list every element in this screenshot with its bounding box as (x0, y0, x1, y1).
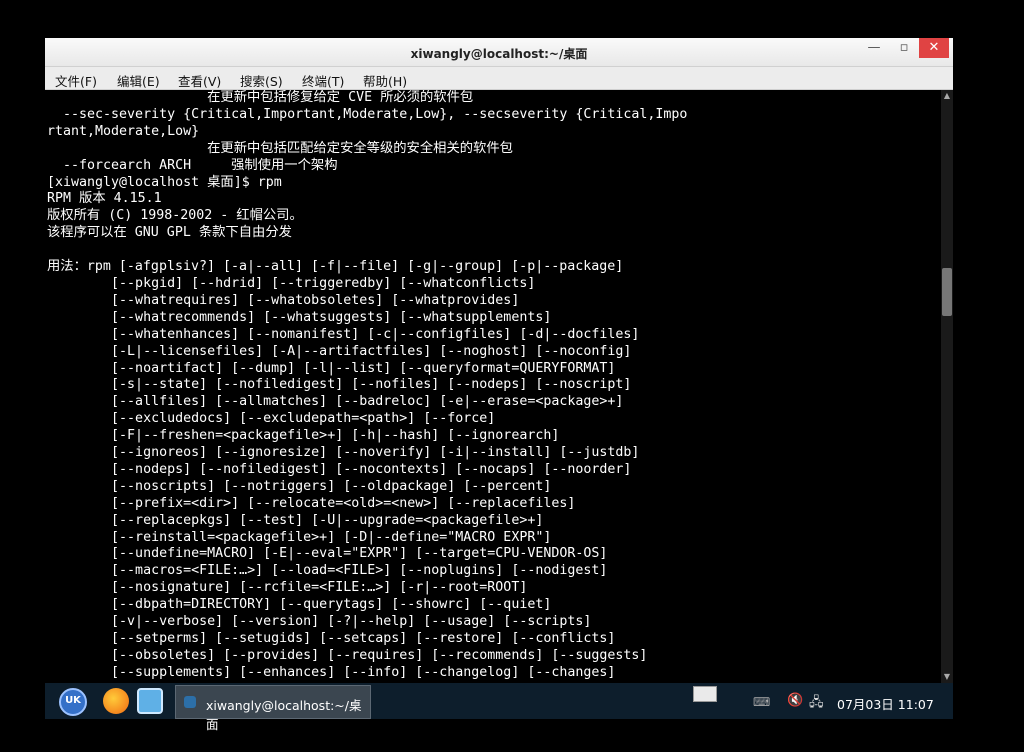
firefox-icon[interactable] (103, 688, 129, 714)
terminal-line: [--reinstall=<packagefile>+] [-D|--defin… (111, 529, 552, 545)
terminal-line: [--noscripts] [--notriggers] [--oldpacka… (111, 478, 552, 494)
terminal-line: [-v|--verbose] [--version] [-?|--help] [… (111, 614, 592, 630)
terminal-output[interactable]: 在更新中包括修复给定 CVE 所必须的软件包 --sec-severity {C… (45, 90, 941, 683)
terminal-line: --forcearch ARCH 强制使用一个架构 (63, 157, 338, 173)
terminal-line: [--nodeps] [--nofiledigest] [--nocontext… (111, 461, 632, 477)
terminal-line: [--setperms] [--setugids] [--setcaps] [-… (111, 631, 616, 646)
menu-bar: 文件(F) 编辑(E) 查看(V) 搜索(S) 终端(T) 帮助(H) (45, 67, 953, 90)
terminal-line: [--supplements] [--enhances] [--info] [-… (111, 664, 616, 680)
menu-view[interactable]: 查看(V) (178, 71, 221, 90)
terminal-line: 在更新中包括修复给定 CVE 所必须的软件包 (207, 90, 474, 105)
menu-terminal[interactable]: 终端(T) (302, 71, 344, 90)
menu-search[interactable]: 搜索(S) (240, 71, 283, 90)
volume-muted-icon[interactable]: 🔇 (787, 693, 803, 708)
terminal-line: [--excludedocs] [--excludepath=<path>] [… (111, 411, 496, 427)
scroll-up-arrow-icon[interactable]: ▲ (941, 90, 953, 102)
terminal-window: xiwangly@localhost:~/桌面 — ▫ ✕ 文件(F) 编辑(E… (45, 38, 953, 683)
terminal-line: [xiwangly@localhost 桌面]$ rpm (47, 174, 282, 190)
terminal-line: [-F|--freshen=<packagefile>+] [-h|--hash… (111, 428, 560, 444)
clock[interactable]: 07月03日 11:07 (837, 694, 934, 713)
terminal-line: [--dbpath=DIRECTORY] [--querytags] [--sh… (111, 597, 552, 613)
terminal-line: [--whatrecommends] [--whatsuggests] [--w… (111, 309, 552, 325)
terminal-line: [-s|--state] [--nofiledigest] [--nofiles… (111, 377, 632, 393)
terminal-line: 在更新中包括匹配给定安全等级的安全相关的软件包 (207, 140, 513, 156)
keyboard-icon[interactable]: ⌨ (753, 695, 770, 709)
network-icon[interactable]: 🖧 (809, 693, 824, 715)
title-bar[interactable]: xiwangly@localhost:~/桌面 — ▫ ✕ (45, 38, 953, 67)
maximize-button[interactable]: ▫ (893, 38, 915, 58)
close-button[interactable]: ✕ (919, 38, 949, 58)
terminal-line: [--macros=<FILE:…>] [--load=<FILE>] [--n… (111, 563, 608, 579)
scroll-thumb[interactable] (942, 268, 952, 316)
file-manager-icon[interactable] (137, 688, 163, 714)
terminal-line: [--obsoletes] [--provides] [--requires] … (111, 647, 648, 663)
scroll-down-arrow-icon[interactable]: ▼ (941, 671, 953, 683)
terminal-line: 该程序可以在 GNU GPL 条款下自由分发 (47, 225, 292, 241)
minimize-button[interactable]: — (863, 38, 885, 58)
terminal-line: [--nosignature] [--rcfile=<FILE:…>] [-r|… (111, 580, 528, 596)
window-title: xiwangly@localhost:~/桌面 (410, 47, 588, 61)
taskbar-item-label: xiwangly@localhost:~/桌面 (206, 698, 362, 732)
terminal-line: [--undefine=MACRO] [-E|--eval="EXPR"] [-… (111, 546, 608, 562)
terminal-icon (184, 696, 196, 708)
menu-edit[interactable]: 编辑(E) (117, 71, 160, 90)
menu-file[interactable]: 文件(F) (55, 71, 97, 90)
terminal-line: [--noartifact] [--dump] [-l|--list] [--q… (111, 360, 616, 376)
launcher-icon-label: UK (65, 695, 81, 706)
terminal-line: [--whatenhances] [--nomanifest] [-c|--co… (111, 326, 640, 342)
launcher-icon[interactable]: UK (59, 688, 87, 716)
terminal-line: rtant,Moderate,Low} (47, 123, 200, 139)
terminal-line: [--replacepkgs] [--test] [-U|--upgrade=<… (111, 512, 544, 528)
menu-help[interactable]: 帮助(H) (363, 71, 407, 90)
terminal-line: [--ignoreos] [--ignoresize] [--noverify]… (111, 445, 640, 461)
vertical-scrollbar[interactable]: ▲ ▼ (941, 90, 953, 683)
terminal-line: [--allfiles] [--allmatches] [--badreloc]… (111, 394, 624, 410)
terminal-line: RPM 版本 4.15.1 (47, 191, 162, 207)
terminal-line: [--whatrequires] [--whatobsoletes] [--wh… (111, 292, 520, 308)
terminal-line: [-L|--licensefiles] [-A|--artifactfiles]… (111, 343, 632, 359)
show-desktop-icon[interactable] (693, 686, 717, 702)
terminal-line: 版权所有 (C) 1998-2002 - 红帽公司。 (47, 208, 303, 224)
terminal-line: [--prefix=<dir>] [--relocate=<old>=<new>… (111, 495, 576, 511)
terminal-line: --sec-severity {Critical,Important,Moder… (63, 106, 688, 122)
terminal-line: 用法：rpm [-afgplsiv?] [-a|--all] [-f|--fil… (47, 259, 624, 275)
terminal-text: 在更新中包括修复给定 CVE 所必须的软件包 --sec-severity {C… (47, 90, 687, 682)
terminal-line: [--pkgid] [--hdrid] [--triggeredby] [--w… (111, 275, 536, 291)
taskbar-item-terminal[interactable]: xiwangly@localhost:~/桌面 (175, 685, 371, 732)
taskbar: UK xiwangly@localhost:~/桌面 ⌨ 🔇 🖧 07月03日 … (45, 683, 953, 732)
